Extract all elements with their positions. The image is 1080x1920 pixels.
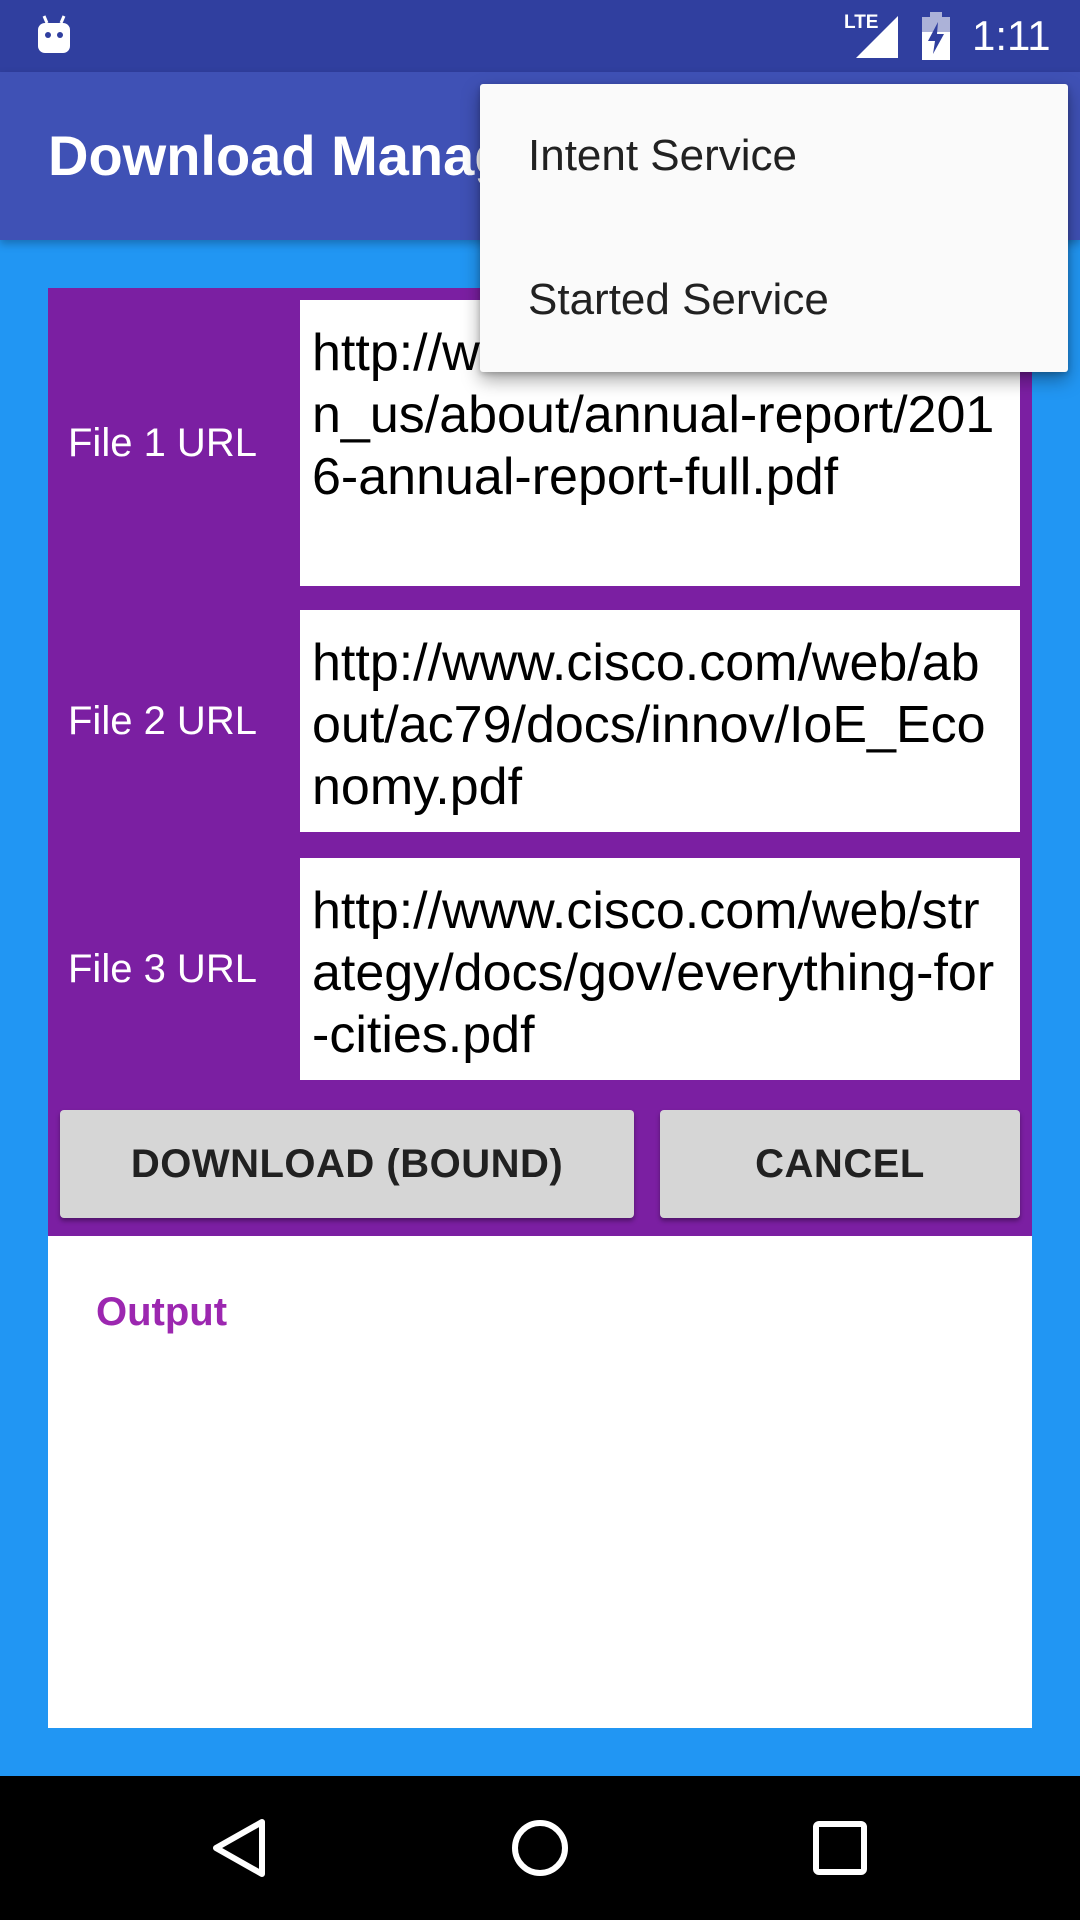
back-icon[interactable] (204, 1812, 276, 1884)
output-label: Output (96, 1290, 228, 1334)
download-form: File 1 URL http://www.cisco.com/c/dam/en… (48, 288, 1032, 1236)
overflow-menu: Intent Service Started Service (480, 84, 1068, 372)
android-notification-icon (38, 15, 70, 53)
output-panel: Output (48, 1236, 1032, 1728)
download-button[interactable]: DOWNLOAD (BOUND) (60, 1110, 634, 1218)
file-row-2: File 2 URL http://www.cisco.com/web/abou… (48, 610, 1032, 832)
recents-icon[interactable] (804, 1812, 876, 1884)
file-2-label: File 2 URL (68, 699, 257, 743)
navigation-bar (0, 1776, 1080, 1920)
file-3-url-input[interactable]: http://www.cisco.com/web/strategy/docs/g… (300, 858, 1020, 1080)
cancel-button[interactable]: CANCEL (660, 1110, 1020, 1218)
file-3-label: File 3 URL (68, 947, 257, 991)
signal-icon (856, 16, 898, 58)
clock: 1:11 (972, 12, 1051, 59)
menu-item-intent-service[interactable]: Intent Service (480, 84, 1068, 228)
status-bar: LTE 1:11 (0, 0, 1080, 72)
file-row-3: File 3 URL http://www.cisco.com/web/stra… (48, 858, 1032, 1080)
file-1-label: File 1 URL (68, 421, 257, 465)
menu-item-started-service[interactable]: Started Service (480, 228, 1068, 372)
file-2-url-input[interactable]: http://www.cisco.com/web/about/ac79/docs… (300, 610, 1020, 832)
home-icon[interactable] (504, 1812, 576, 1884)
battery-charging-icon (922, 12, 950, 60)
